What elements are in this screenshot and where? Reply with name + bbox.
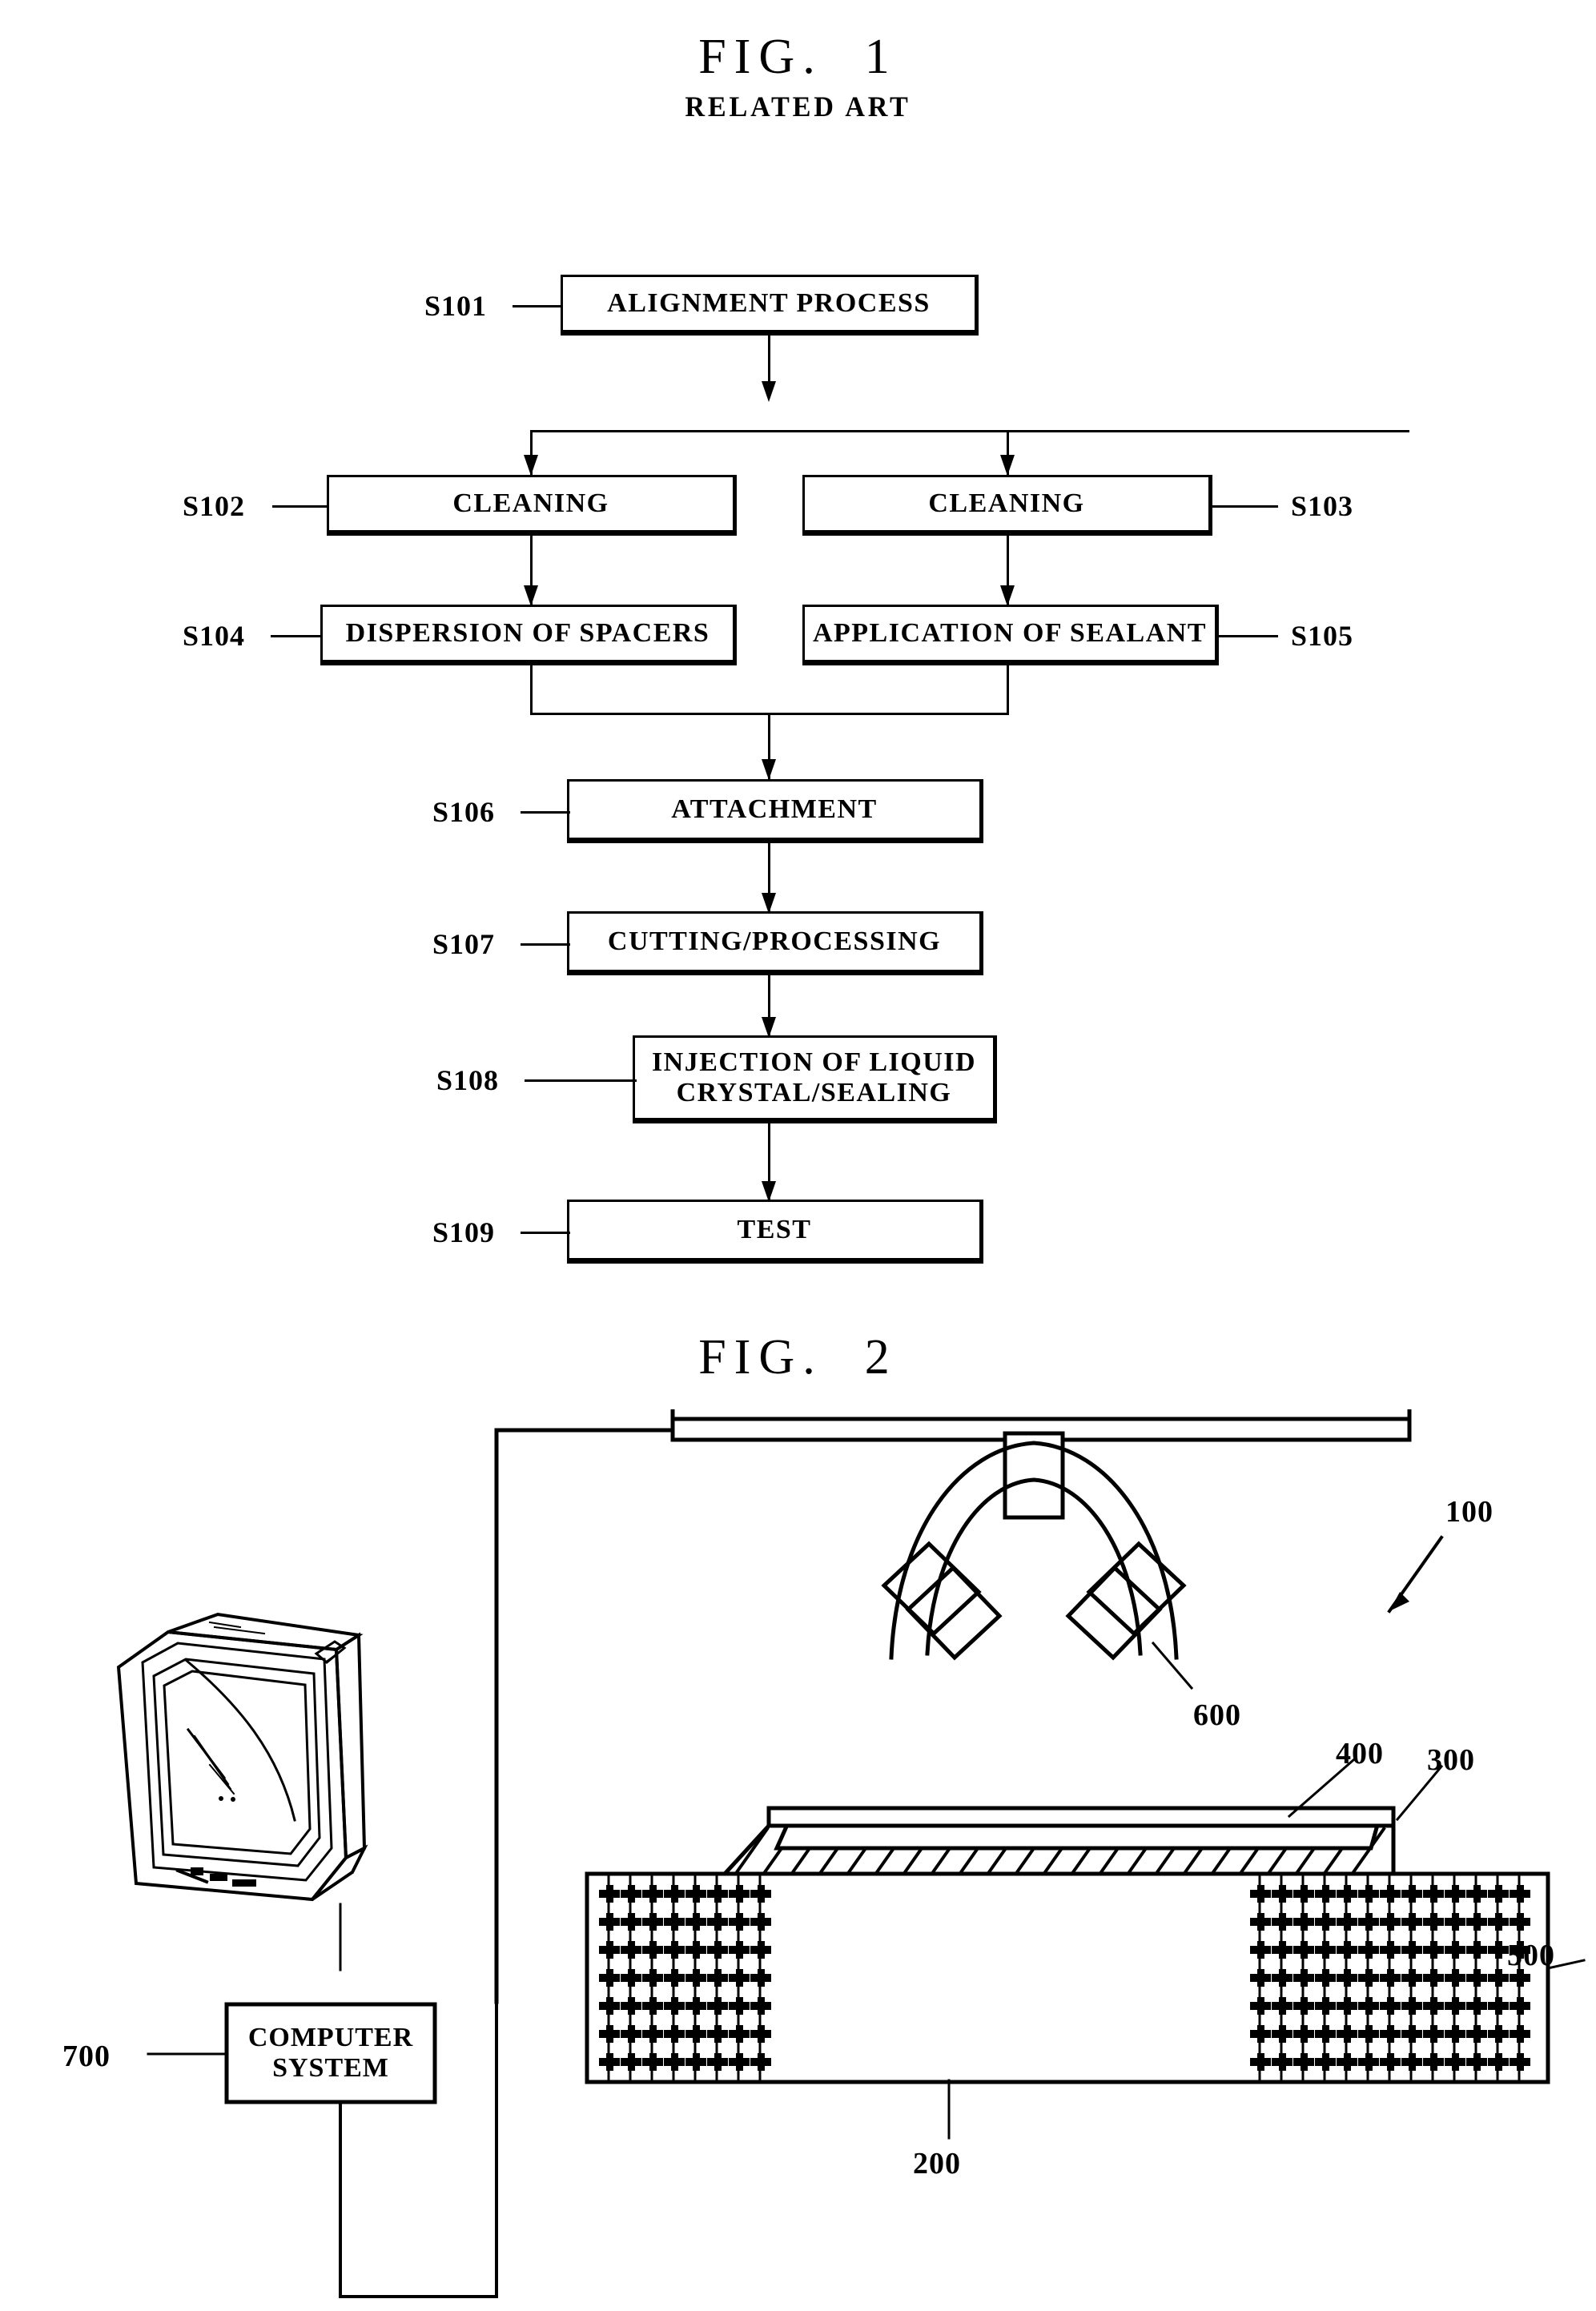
arrowhead-split-right: [1000, 455, 1015, 476]
step-ref-s105: S105: [1291, 620, 1354, 652]
fig2-apparatus-drawing: [116, 1409, 1586, 2298]
computer-system-label-line1: COMPUTER: [247, 2022, 414, 2052]
connector-s104-down: [530, 665, 533, 715]
flow-box-s106: ATTACHMENT: [567, 779, 983, 843]
arrowhead-s106-s107: [762, 893, 776, 914]
flow-box-s103-label: CLEANING: [928, 488, 1085, 518]
arrowhead-split-left: [524, 455, 538, 476]
fig2-title-number: 2: [864, 1330, 898, 1385]
plate-assembly: [720, 1806, 1396, 1876]
flow-box-s103: CLEANING: [802, 475, 1212, 536]
flow-box-s108: INJECTION OF LIQUID CRYSTAL/SEALING: [633, 1035, 997, 1123]
leader-s102: [272, 505, 328, 508]
ref-num-300: 300: [1427, 1743, 1475, 1777]
step-ref-s103: S103: [1291, 490, 1354, 522]
step-ref-s104: S104: [183, 620, 246, 652]
leader-s103: [1212, 505, 1278, 508]
fig1-title-number: 1: [864, 30, 898, 84]
ref-num-700: 700: [62, 2040, 111, 2073]
flow-box-s102: CLEANING: [327, 475, 737, 536]
fig2-title: FIG. 2: [0, 1329, 1596, 1386]
flow-box-s109: TEST: [567, 1200, 983, 1264]
ref-num-500: 500: [1507, 1939, 1555, 1972]
fig1-title: FIG. 1: [0, 29, 1596, 86]
arrowhead-100: [1389, 1592, 1409, 1611]
fig2-title-main: FIG.: [698, 1330, 823, 1385]
computer-system-label-line2: SYSTEM: [272, 2053, 389, 2083]
patterned-block-left: [589, 1874, 771, 2082]
arrowhead-s107-s108: [762, 1017, 776, 1038]
arrowhead-merge-s106: [762, 759, 776, 780]
flow-box-s104: DISPERSION OF SPACERS: [320, 605, 737, 665]
patent-drawing-sheet: FIG. 1 RELATED ART ALIGNMENT PROCESS S101…: [0, 0, 1596, 2311]
leader-s105: [1219, 635, 1278, 637]
flow-box-s108-label-line2: CRYSTAL/SEALING: [676, 1078, 952, 1107]
arrowhead-s108-s109: [762, 1181, 776, 1202]
ref-num-100: 100: [1445, 1495, 1493, 1529]
crt-monitor-icon: [116, 1612, 368, 1902]
flow-box-s105: APPLICATION OF SEALANT: [802, 605, 1219, 665]
flow-box-s102-label: CLEANING: [452, 488, 609, 518]
flow-box-s107-label: CUTTING/PROCESSING: [607, 926, 942, 956]
flow-box-s104-label: DISPERSION OF SPACERS: [345, 617, 710, 648]
step-ref-s102: S102: [183, 490, 246, 522]
connector-s105-down: [1007, 665, 1009, 715]
ref-num-200: 200: [913, 2147, 961, 2180]
flow-box-s106-label: ATTACHMENT: [671, 794, 878, 824]
ref-num-400: 400: [1336, 1737, 1384, 1770]
step-ref-s109: S109: [432, 1216, 496, 1248]
split-bus-s101: [530, 430, 1409, 432]
computer-system-label: COMPUTER SYSTEM: [227, 2004, 435, 2102]
fig1-subtitle: RELATED ART: [685, 90, 911, 123]
arrowhead-s103-s105: [1000, 585, 1015, 606]
step-ref-s101: S101: [424, 290, 488, 322]
flow-box-s101-label: ALIGNMENT PROCESS: [607, 287, 931, 318]
arrowhead-s101-down: [762, 381, 776, 402]
leader-s109: [521, 1232, 570, 1234]
leader-s101: [513, 305, 562, 307]
leader-s106: [521, 811, 570, 814]
flow-box-s105-label: APPLICATION OF SEALANT: [812, 617, 1208, 648]
step-ref-s106: S106: [432, 796, 496, 828]
arrowhead-s102-s104: [524, 585, 538, 606]
step-ref-s107: S107: [432, 928, 496, 960]
leader-s107: [521, 943, 570, 946]
arc-sensor-head: [881, 1431, 1187, 1661]
flow-box-s109-label: TEST: [737, 1214, 812, 1244]
step-ref-s108: S108: [436, 1064, 500, 1096]
flow-box-s107: CUTTING/PROCESSING: [567, 911, 983, 975]
leader-600: [1151, 1641, 1194, 1690]
leader-s104: [271, 635, 322, 637]
flow-box-s101: ALIGNMENT PROCESS: [561, 275, 979, 336]
flow-box-s108-label-line1: INJECTION OF LIQUID: [651, 1047, 977, 1077]
leader-s108: [525, 1079, 637, 1082]
ref-num-600: 600: [1193, 1698, 1241, 1732]
fig1-title-main: FIG.: [698, 30, 823, 84]
